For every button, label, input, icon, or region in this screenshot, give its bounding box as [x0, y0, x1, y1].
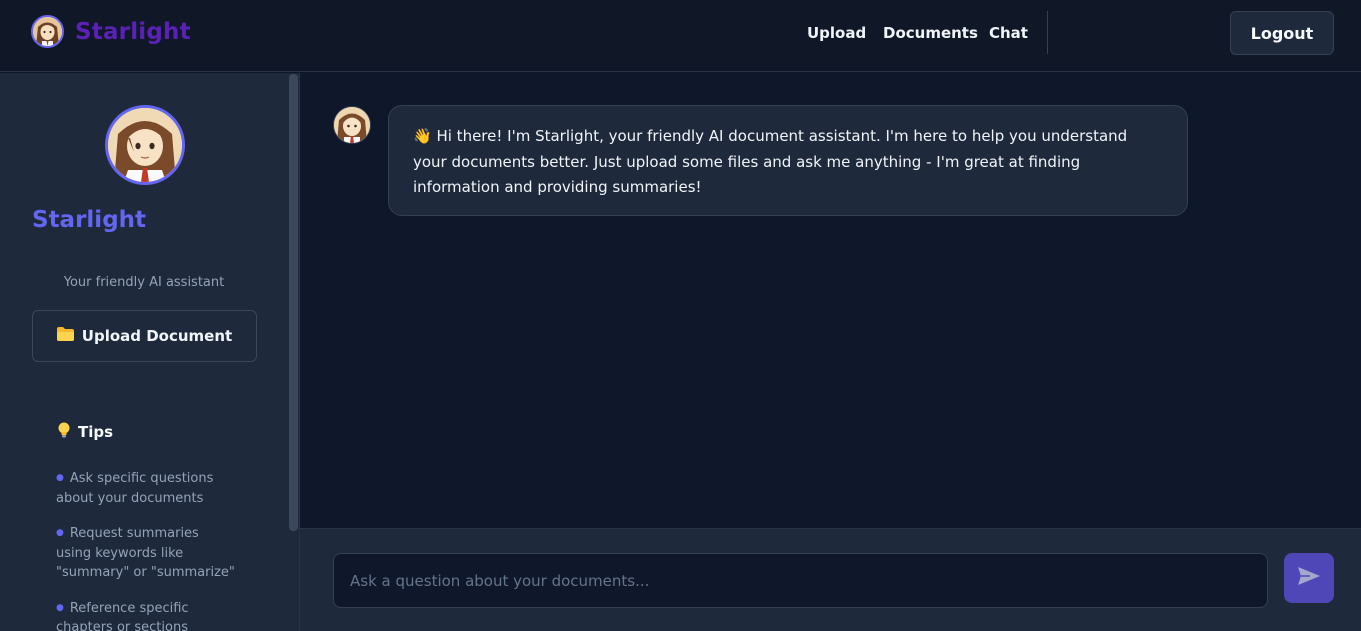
list-item: ● Reference specific chapters or sections [56, 599, 236, 631]
folder-icon [56, 327, 74, 345]
upload-document-label: Upload Document [81, 327, 233, 345]
brand[interactable]: Starlight [31, 15, 191, 48]
lightbulb-icon [58, 422, 70, 442]
message-avatar [333, 106, 371, 144]
tips-list: ● Ask specific questions about your docum… [56, 469, 236, 631]
nav-documents[interactable]: Documents [883, 24, 978, 42]
send-icon [1298, 567, 1320, 589]
tip-text: Request summaries using keywords like "s… [56, 526, 235, 580]
nav-divider [1047, 11, 1048, 54]
logout-button[interactable]: Logout [1230, 11, 1334, 55]
tips-title: Tips [78, 423, 114, 441]
avatar [31, 15, 64, 48]
message-body: Hi there! I'm Starlight, your friendly A… [413, 127, 1128, 196]
message-text: 👋 Hi there! I'm Starlight, your friendly… [413, 124, 1163, 201]
upload-document-button[interactable]: Upload Document [32, 310, 257, 362]
tips-heading: Tips [58, 422, 113, 442]
send-button[interactable] [1284, 553, 1334, 603]
nav-chat[interactable]: Chat [989, 24, 1028, 42]
brand-name: Starlight [75, 18, 191, 45]
assistant-message-bubble: 👋 Hi there! I'm Starlight, your friendly… [388, 105, 1188, 216]
sidebar-scrollbar-thumb[interactable] [289, 74, 298, 531]
assistant-avatar [105, 105, 185, 185]
assistant-name: Starlight [32, 207, 147, 233]
tip-text: Ask specific questions about your docume… [56, 471, 214, 506]
top-header: Starlight Upload Documents Chat Logout [0, 0, 1361, 72]
tip-text: Reference specific chapters or sections [56, 600, 189, 631]
chat-input[interactable] [333, 553, 1268, 608]
list-item: ● Request summaries using keywords like "… [56, 526, 235, 580]
nav-upload[interactable]: Upload [807, 24, 866, 42]
list-item: ● Ask specific questions about your docum… [56, 471, 214, 506]
wave-emoji: 👋 [413, 127, 432, 145]
sidebar: Starlight Your friendly AI assistant Upl… [0, 73, 300, 631]
assistant-tagline: Your friendly AI assistant [63, 275, 225, 290]
